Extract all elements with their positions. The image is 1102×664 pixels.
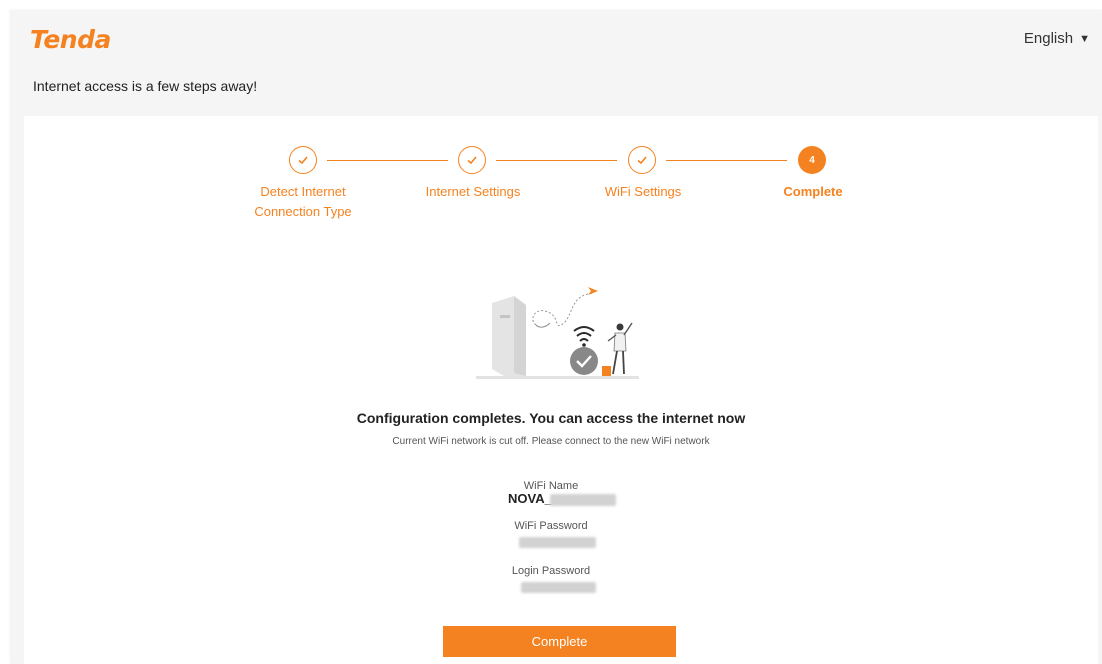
step-1-label-line2: Connection Type xyxy=(254,204,352,219)
check-icon xyxy=(298,156,308,165)
step-4-number-badge: 4 xyxy=(798,146,826,174)
step-3-check-icon xyxy=(628,146,656,174)
tenda-logo: Tenda xyxy=(30,25,111,54)
step-1-check-icon xyxy=(289,146,317,174)
completion-headline: Configuration completes. You can access … xyxy=(356,410,746,426)
complete-button[interactable]: Complete xyxy=(443,626,676,657)
language-selector[interactable]: English ▼ xyxy=(1024,30,1090,47)
step-connector xyxy=(496,160,617,161)
step-2-check-icon xyxy=(458,146,486,174)
wifi-name-value: NOVA_ xyxy=(508,491,552,506)
language-label: English xyxy=(1023,30,1074,47)
step-2-label: Internet Settings xyxy=(425,184,521,199)
login-password-redacted xyxy=(521,582,596,593)
step-3-label: WiFi Settings xyxy=(604,184,682,199)
login-password-label: Login Password xyxy=(511,565,591,577)
wifi-password-label: WiFi Password xyxy=(514,520,588,532)
caret-down-icon: ▼ xyxy=(1079,32,1090,45)
wifi-password-redacted xyxy=(519,537,596,548)
step-1-label-line1: Detect Internet xyxy=(260,184,346,199)
completion-note: Current WiFi network is cut off. Please … xyxy=(392,436,710,447)
page-subtitle: Internet access is a few steps away! xyxy=(33,78,258,94)
check-icon xyxy=(467,156,477,165)
step-connector xyxy=(666,160,787,161)
step-4-label: Complete xyxy=(783,184,843,199)
step-1-label: Detect Internet Connection Type xyxy=(232,182,374,222)
check-icon xyxy=(637,156,647,165)
step-connector xyxy=(327,160,448,161)
completion-illustration xyxy=(476,287,639,379)
wifi-name-redacted xyxy=(550,494,616,506)
